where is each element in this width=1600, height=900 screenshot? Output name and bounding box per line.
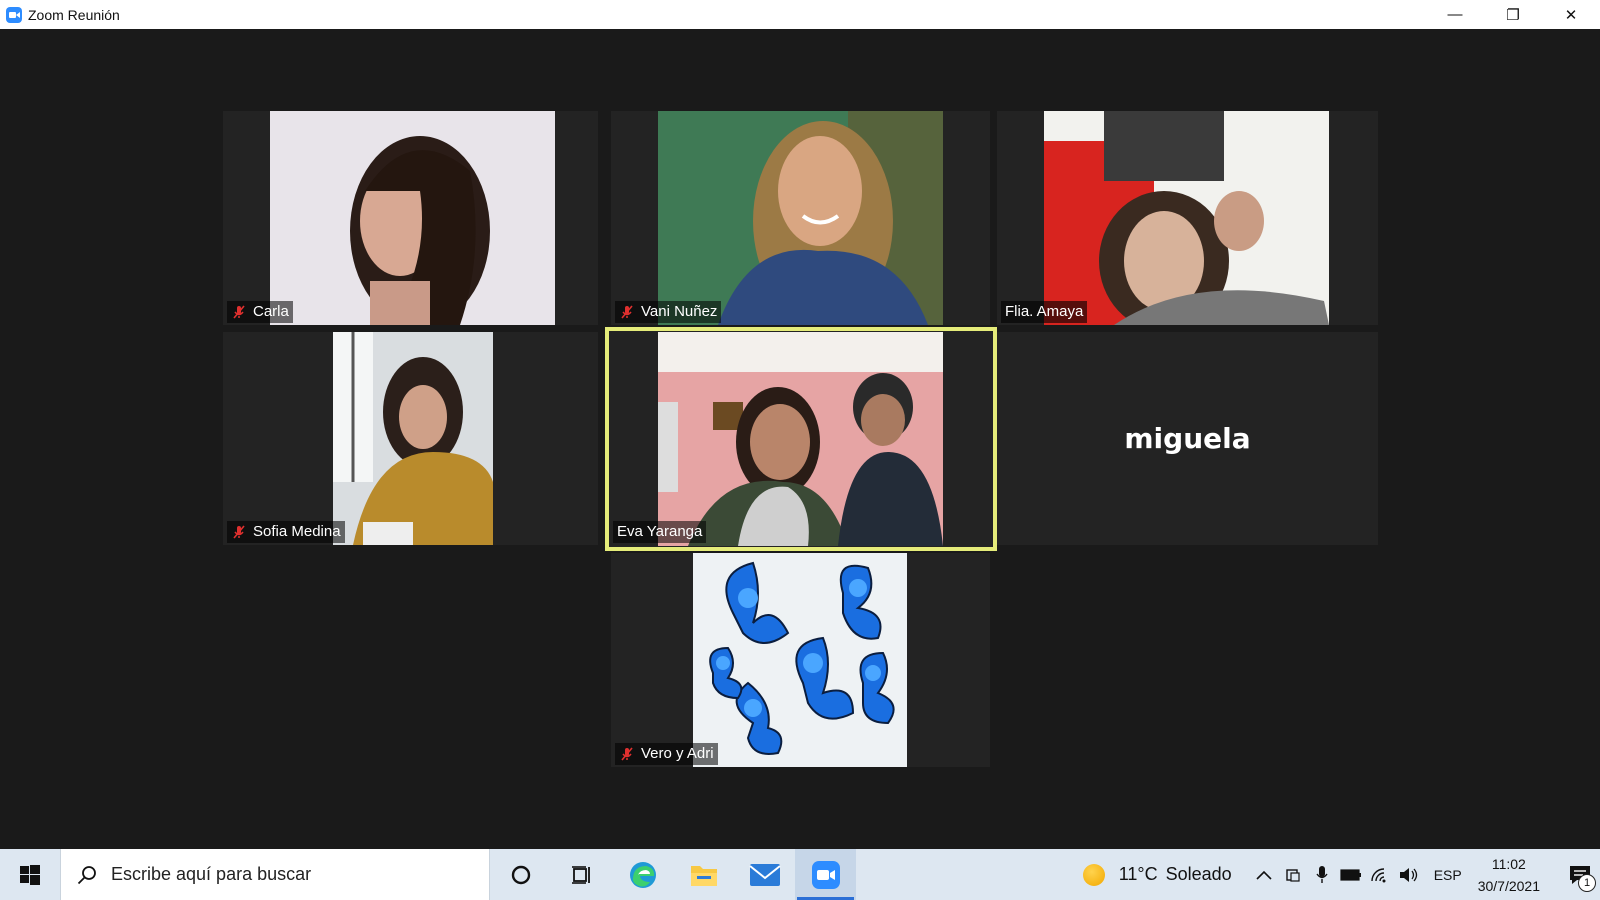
file-explorer-icon[interactable] [673,849,734,900]
edge-icon[interactable] [612,849,673,900]
window-controls: — ❐ ✕ [1426,0,1600,29]
zoom-app-icon [6,6,22,23]
participant-name: Vero y Adri [641,745,714,762]
participant-name: Flia. Amaya [1005,303,1084,320]
mic-muted-icon [621,305,633,319]
participant-name: Vani Nuñez [641,303,718,320]
notification-center-button[interactable]: 1 [1560,849,1600,900]
chevron-up-icon[interactable] [1250,870,1279,880]
participant-video [270,111,555,325]
windows-taskbar: Escribe aquí para buscar 11°C Soleado ES… [0,849,1600,900]
title-bar: Zoom Reunión — ❐ ✕ [0,0,1600,29]
participant-video [693,553,907,767]
search-icon [77,865,96,884]
participant-video [333,332,493,545]
participant-tile-miguela[interactable]: miguela [997,332,1378,545]
close-button[interactable]: ✕ [1542,0,1600,29]
participant-name: Carla [253,303,289,320]
participant-video [1044,111,1329,325]
mic-muted-icon [621,747,633,761]
restore-button[interactable]: ❐ [1484,0,1542,29]
windows-logo-icon [20,864,40,885]
participant-name: Sofia Medina [253,523,341,540]
notification-badge: 1 [1578,874,1596,892]
participant-tile-flia-amaya[interactable]: Flia. Amaya [997,111,1378,325]
clock-time: 11:02 [1491,855,1526,872]
participant-tile-vani-nunez[interactable]: Vani Nuñez [611,111,990,325]
mic-muted-icon [233,525,245,539]
participant-tile-eva-yaranga[interactable]: Eva Yaranga [605,327,997,551]
clock[interactable]: 11:02 30/7/2021 [1478,853,1540,897]
zoom-icon[interactable] [795,849,856,900]
participant-name-tag: Flia. Amaya [1001,301,1088,323]
start-button[interactable] [0,849,60,900]
participant-tile-sofia-medina[interactable]: Sofia Medina [223,332,598,545]
search-placeholder: Escribe aquí para buscar [111,864,312,884]
gallery-view: Carla Vani Nuñez Flia. Amaya Sofia Medin… [0,29,1600,849]
participant-name-tag: Sofia Medina [227,521,345,543]
mic-muted-icon [233,305,245,319]
cortana-circle-icon[interactable] [490,849,551,900]
taskbar-search-box[interactable]: Escribe aquí para buscar [60,849,490,900]
volume-icon[interactable] [1395,867,1424,883]
participant-name-tag: Carla [227,301,293,323]
participant-name: Eva Yaranga [617,523,703,540]
meet-now-icon[interactable] [1279,867,1308,883]
participant-name-tag: Vani Nuñez [615,301,722,323]
language-indicator[interactable]: ESP [1434,867,1462,883]
weather-temp: 11°C [1118,864,1158,884]
battery-icon[interactable] [1337,868,1366,881]
window-title: Zoom Reunión [28,6,120,23]
participant-tile-carla[interactable]: Carla [223,111,598,325]
participant-name-video-off: miguela [1124,422,1251,455]
weather-condition: Soleado [1165,864,1232,884]
microphone-icon[interactable] [1308,865,1337,884]
wifi-icon[interactable] [1366,867,1395,883]
task-view-icon[interactable] [551,849,612,900]
minimize-button[interactable]: — [1426,0,1484,29]
clock-date: 30/7/2021 [1477,877,1540,894]
weather-widget[interactable]: 11°C Soleado [1082,863,1232,886]
participant-video [658,332,943,546]
system-tray: 11°C Soleado ESP 11:02 30/7/2021 1 [1082,849,1600,900]
participant-tile-vero-y-adri[interactable]: Vero y Adri [611,553,990,767]
mail-icon[interactable] [734,849,795,900]
participant-name-tag: Eva Yaranga [613,521,707,543]
sun-icon [1082,863,1105,886]
participant-name-tag: Vero y Adri [615,743,718,765]
participant-video [658,111,943,325]
